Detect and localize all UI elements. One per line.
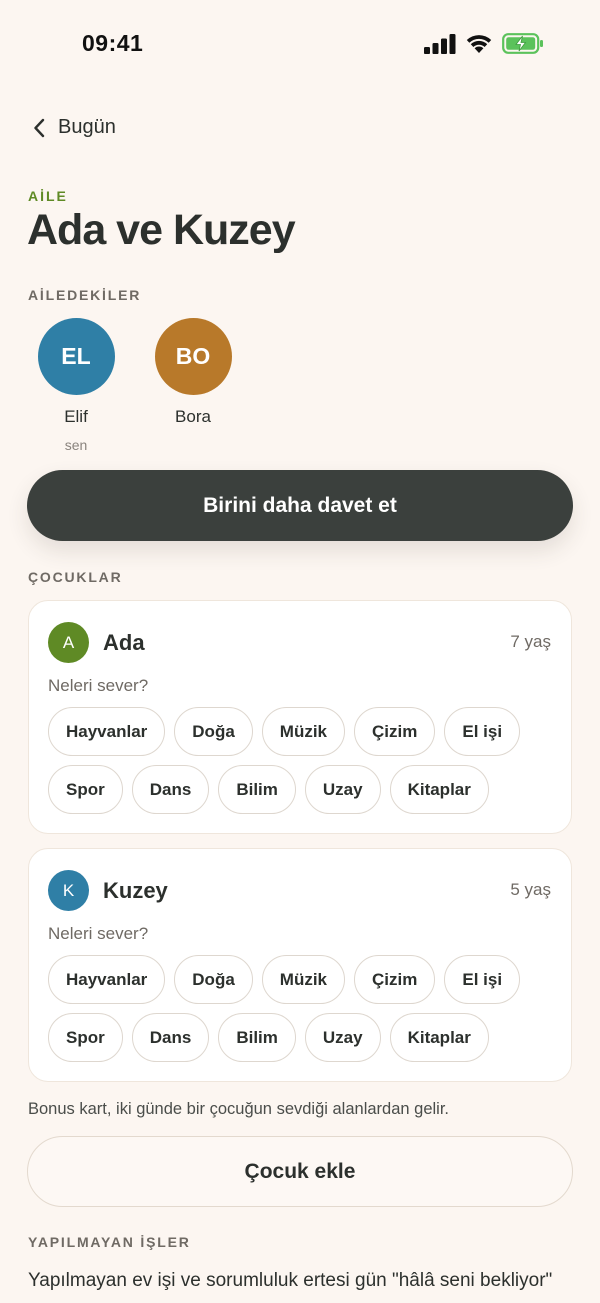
child-card-kuzey: K Kuzey 5 yaş Neleri sever? Hayvanlar Do… [28, 848, 572, 1082]
interest-chip[interactable]: Spor [48, 765, 123, 814]
interest-chip[interactable]: El işi [444, 955, 521, 1004]
cellular-signal-icon [424, 33, 456, 54]
interest-chip[interactable]: Spor [48, 1013, 123, 1062]
child-card-ada: A Ada 7 yaş Neleri sever? Hayvanlar Doğa… [28, 600, 572, 834]
interest-chip[interactable]: Hayvanlar [48, 955, 166, 1004]
member-you-label: sen [64, 437, 88, 453]
back-label: Bugün [58, 116, 116, 138]
status-bar: 09:41 [0, 0, 600, 90]
interest-chip[interactable]: Kitaplar [389, 1013, 489, 1062]
interest-chip[interactable]: Müzik [261, 955, 346, 1004]
chevron-left-icon [34, 118, 45, 137]
interests-question: Neleri sever? [48, 924, 149, 943]
avatar: BO [154, 318, 232, 395]
child-age: 7 yaş [510, 632, 551, 651]
member-name: Bora [175, 407, 211, 426]
interest-chip[interactable]: Uzay [304, 1013, 381, 1062]
interest-chip[interactable]: Doğa [174, 955, 253, 1004]
interest-chip[interactable]: Bilim [218, 1013, 296, 1062]
child-name: Kuzey [103, 877, 168, 903]
undone-section-label: YAPILMAYAN İŞLER [28, 1234, 191, 1250]
interest-chips: Hayvanlar Doğa Müzik Çizim El işi Spor D… [48, 955, 558, 1062]
interest-chip[interactable]: El işi [444, 707, 521, 756]
interest-chip[interactable]: Müzik [261, 707, 346, 756]
add-child-button[interactable]: Çocuk ekle [27, 1136, 573, 1207]
invite-button[interactable]: Birini daha davet et [27, 470, 573, 541]
child-avatar: A [48, 622, 89, 663]
battery-charging-icon [502, 33, 543, 54]
bonus-card-note: Bonus kart, iki günde bir çocuğun sevdiğ… [28, 1100, 450, 1118]
interest-chip[interactable]: Bilim [218, 765, 296, 814]
member-name: Elif [64, 407, 88, 426]
members-section-label: AİLEDEKİLER [28, 287, 142, 303]
interest-chips: Hayvanlar Doğa Müzik Çizim El işi Spor D… [48, 707, 558, 814]
interest-chip[interactable]: Hayvanlar [48, 707, 166, 756]
child-name: Ada [103, 629, 145, 655]
interest-chip[interactable]: Dans [131, 765, 210, 814]
page-eyebrow: AİLE [28, 188, 68, 204]
children-section-label: ÇOCUKLAR [28, 569, 123, 585]
undone-description: Yapılmayan ev işi ve sorumluluk ertesi g… [28, 1270, 553, 1291]
interests-question: Neleri sever? [48, 676, 149, 695]
interest-chip[interactable]: Uzay [304, 765, 381, 814]
member-bora[interactable]: BO Bora [143, 318, 243, 427]
back-button[interactable]: Bugün [32, 116, 116, 139]
member-elif[interactable]: EL Elif sen [26, 318, 126, 453]
interest-chip[interactable]: Çizim [354, 955, 436, 1004]
page-title: Ada ve Kuzey [27, 206, 296, 254]
interest-chip[interactable]: Dans [131, 1013, 210, 1062]
status-time: 09:41 [82, 30, 144, 56]
interest-chip[interactable]: Doğa [174, 707, 253, 756]
child-avatar: K [48, 870, 89, 911]
interest-chip[interactable]: Çizim [354, 707, 436, 756]
wifi-icon [466, 35, 492, 53]
interest-chip[interactable]: Kitaplar [389, 765, 489, 814]
avatar: EL [37, 318, 115, 395]
child-age: 5 yaş [510, 880, 551, 899]
